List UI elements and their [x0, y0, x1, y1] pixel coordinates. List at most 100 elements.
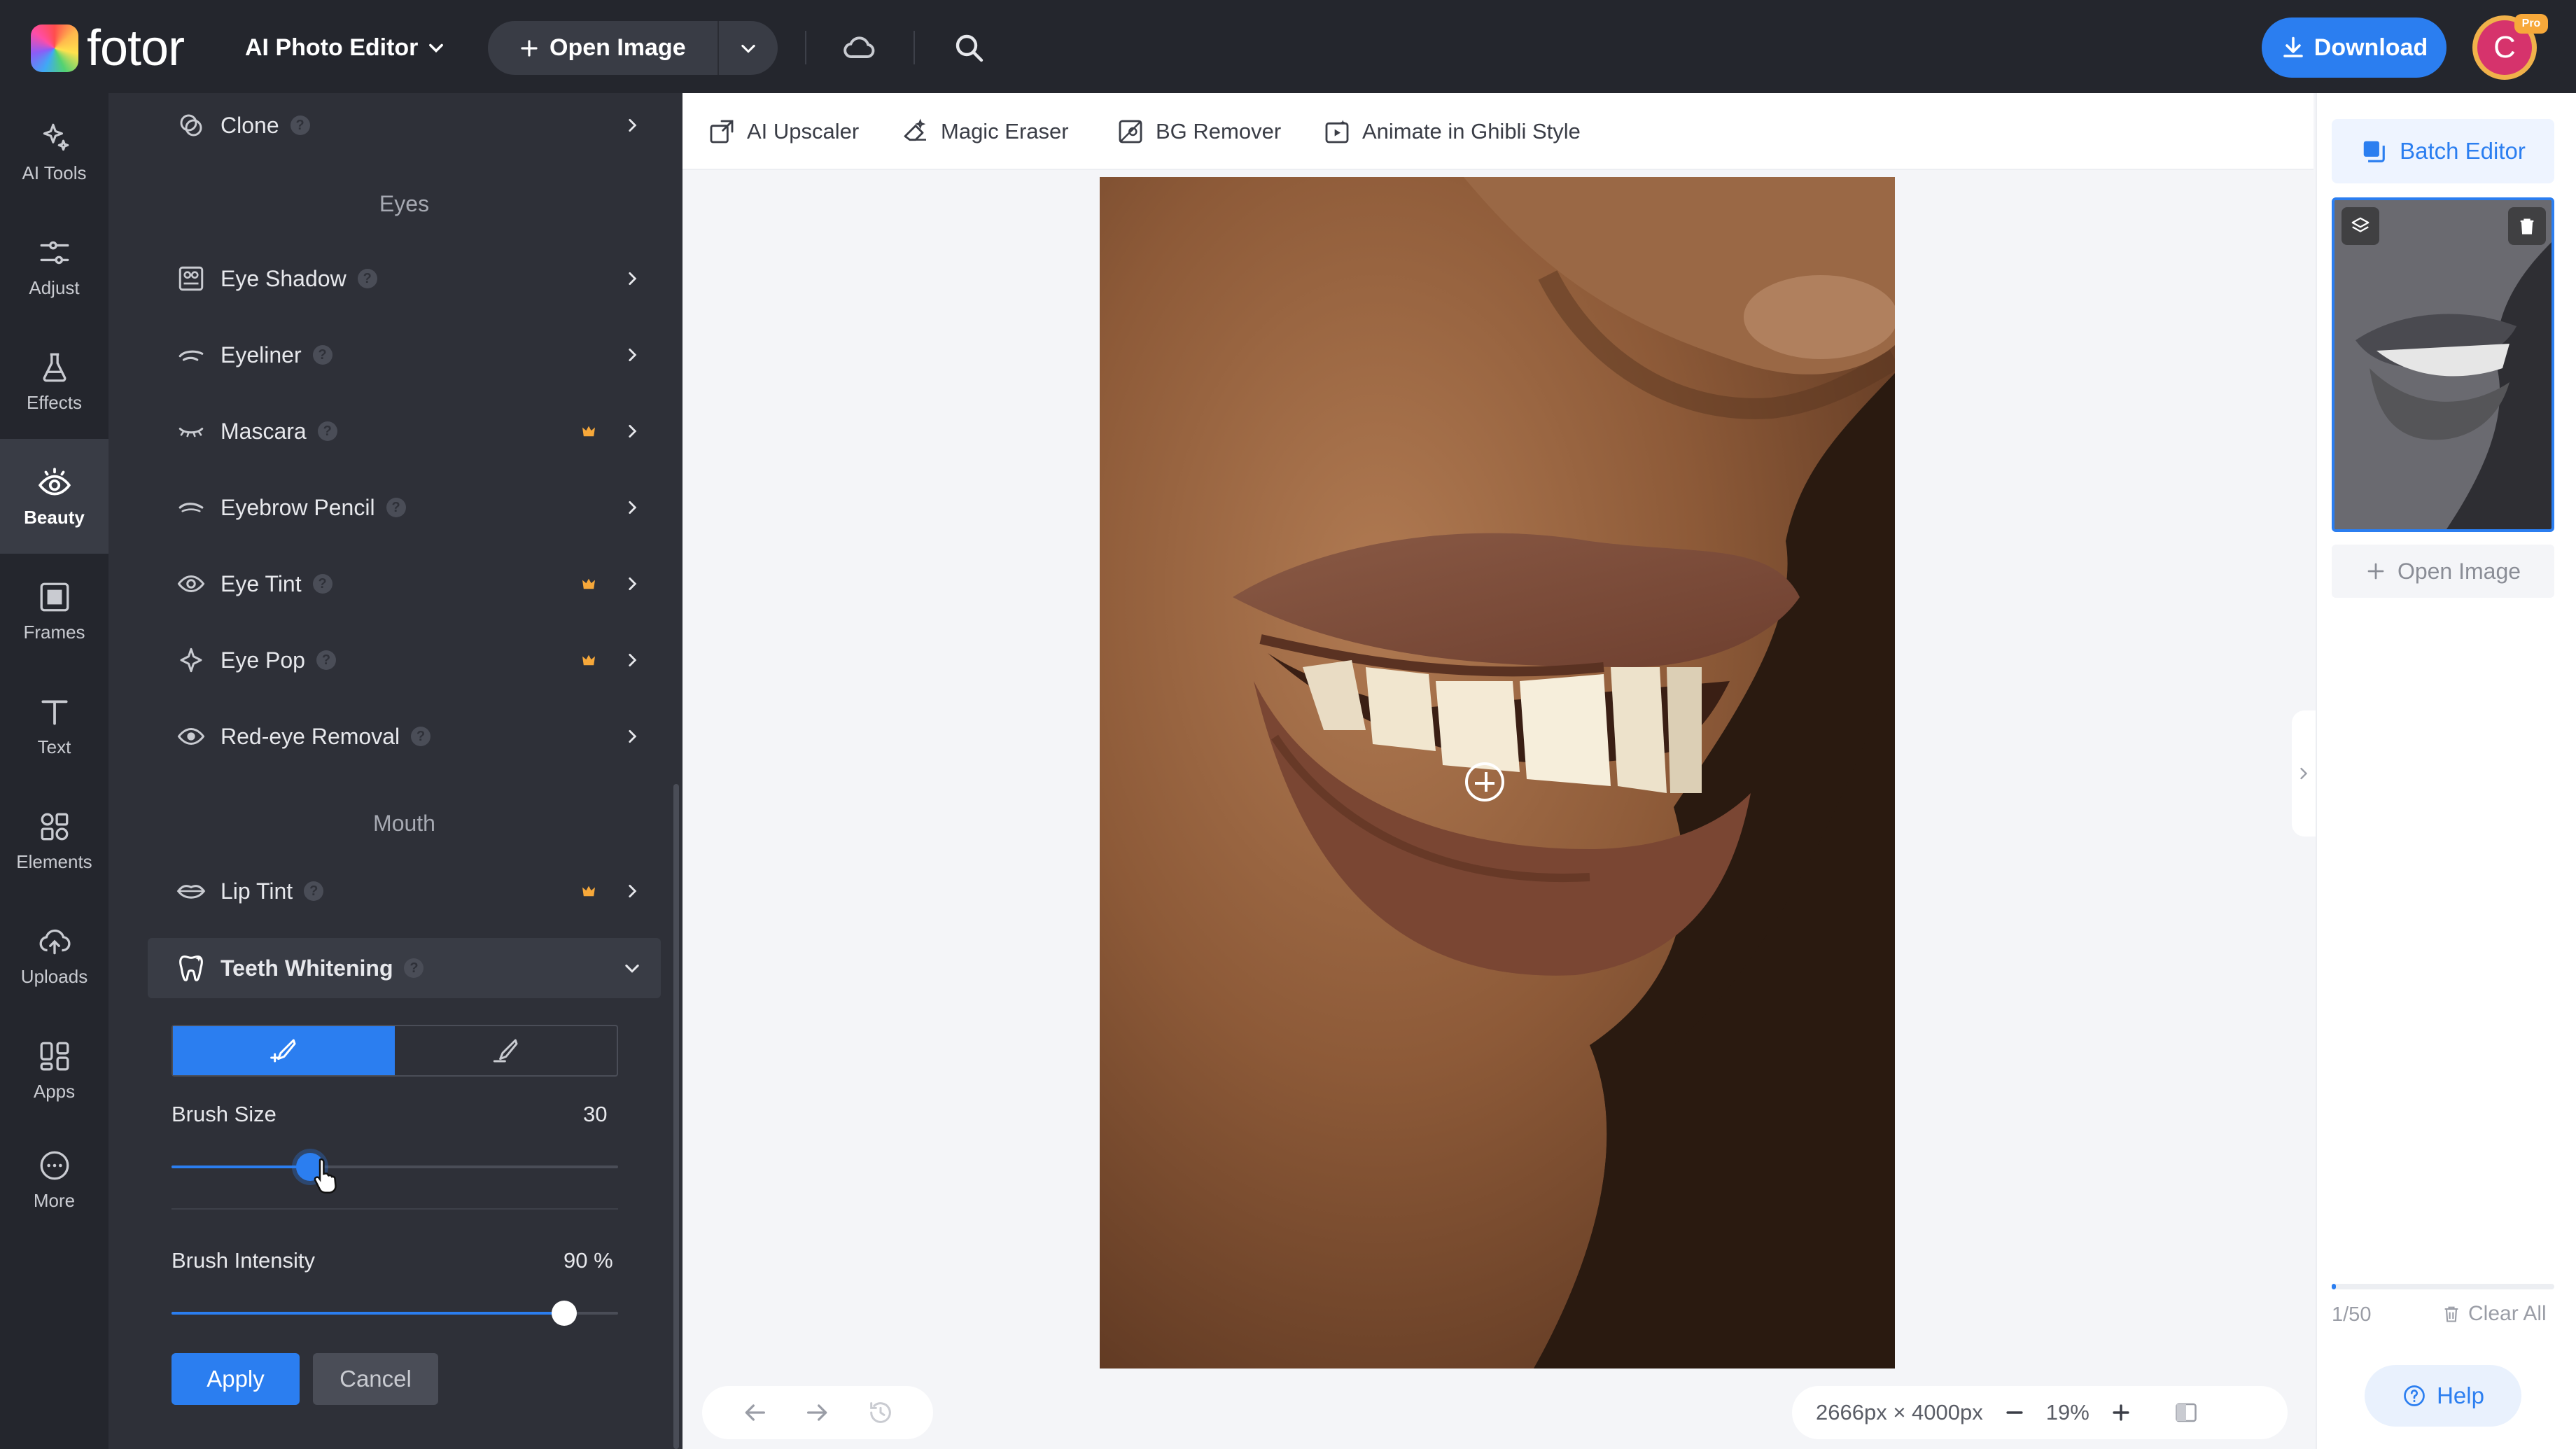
- cloud-save-icon[interactable]: [839, 27, 881, 69]
- image-dimensions: 2666px × 4000px: [1816, 1400, 1983, 1424]
- help-icon[interactable]: ?: [404, 958, 424, 978]
- tool-mascara[interactable]: Mascara ?: [148, 401, 661, 461]
- brush-intensity-slider[interactable]: [172, 1312, 618, 1315]
- help-icon[interactable]: ?: [317, 421, 337, 441]
- panel-scrollbar[interactable]: [673, 784, 679, 1449]
- eye-tint-icon: [172, 564, 211, 603]
- image-thumbnail[interactable]: [2332, 197, 2554, 532]
- download-label: Download: [2314, 34, 2428, 61]
- rail-label: Elements: [16, 850, 92, 872]
- rail-uploads[interactable]: Uploads: [0, 898, 108, 1013]
- trash-icon: [2444, 1306, 2458, 1322]
- tool-clone[interactable]: Clone ?: [148, 95, 661, 155]
- tool-eyebrow-pencil[interactable]: Eyebrow Pencil ?: [148, 477, 661, 538]
- brush-erase-icon: [493, 1039, 517, 1063]
- tool-eye-tint[interactable]: Eye Tint ?: [148, 554, 661, 614]
- rail-beauty[interactable]: Beauty: [0, 439, 108, 554]
- chevron-right-icon: [622, 498, 643, 517]
- ghibli-style-button[interactable]: Animate in Ghibli Style: [1323, 114, 1581, 149]
- zoom-in-icon[interactable]: [2109, 1401, 2133, 1424]
- tool-lip-tint[interactable]: Lip Tint ?: [148, 861, 661, 921]
- fotor-logo[interactable]: fotor: [31, 20, 185, 76]
- open-image-button[interactable]: Open Image: [488, 21, 778, 75]
- premium-crown-icon: [581, 576, 596, 592]
- brush-size-slider[interactable]: [172, 1166, 618, 1168]
- open-image-label: Open Image: [550, 34, 686, 61]
- tool-red-eye-removal[interactable]: Red-eye Removal ?: [148, 706, 661, 766]
- help-icon[interactable]: ?: [304, 881, 324, 901]
- help-icon[interactable]: ?: [386, 498, 406, 517]
- shapes-icon: [41, 813, 68, 840]
- rail-label: Beauty: [24, 506, 85, 528]
- rail-apps[interactable]: Apps: [0, 1013, 108, 1128]
- help-icon[interactable]: ?: [316, 650, 336, 670]
- help-icon[interactable]: ?: [312, 345, 332, 365]
- tool-label: Eye Pop: [220, 647, 305, 673]
- lips-icon: [172, 872, 211, 911]
- left-nav-rail: AI Tools Adjust Effects Beauty Frames Te…: [0, 93, 108, 1449]
- tool-teeth-whitening[interactable]: Teeth Whitening ?: [148, 938, 661, 998]
- cancel-button[interactable]: Cancel: [313, 1353, 438, 1405]
- tool-eye-pop[interactable]: Eye Pop ?: [148, 630, 661, 690]
- editor-mode-menu[interactable]: AI Photo Editor: [245, 28, 446, 67]
- apply-button[interactable]: Apply: [172, 1353, 300, 1405]
- search-icon[interactable]: [948, 27, 990, 69]
- batch-editor-button[interactable]: Batch Editor: [2332, 119, 2554, 183]
- tool-label: BG Remover: [1156, 119, 1282, 144]
- bg-remover-button[interactable]: BG Remover: [1116, 114, 1281, 149]
- clear-all-button[interactable]: Clear All: [2442, 1302, 2547, 1326]
- ai-upscaler-button[interactable]: AI Upscaler: [708, 114, 859, 149]
- chevron-right-icon: [622, 346, 643, 364]
- divider: [805, 31, 806, 64]
- batch-icon: [2363, 141, 2385, 162]
- chevron-right-icon: [622, 422, 643, 440]
- compare-icon[interactable]: [2174, 1400, 2199, 1425]
- download-button[interactable]: Download: [2262, 18, 2446, 78]
- help-icon[interactable]: ?: [290, 115, 310, 135]
- brush-paint-button[interactable]: [173, 1026, 395, 1075]
- undo-icon[interactable]: [741, 1399, 769, 1427]
- help-button[interactable]: Help: [2365, 1365, 2521, 1427]
- rail-text[interactable]: Text: [0, 668, 108, 783]
- expand-right-panel-tab[interactable]: [2292, 710, 2316, 836]
- top-bar: fotor AI Photo Editor Open Image Downloa…: [0, 0, 2576, 93]
- help-icon[interactable]: ?: [411, 727, 431, 746]
- chevron-right-icon: [622, 651, 643, 669]
- rail-label: AI Tools: [22, 162, 87, 183]
- rail-effects[interactable]: Effects: [0, 324, 108, 439]
- open-image-dropdown[interactable]: [719, 38, 778, 58]
- brush-erase-button[interactable]: [395, 1026, 617, 1075]
- rail-more[interactable]: More: [0, 1122, 108, 1237]
- redo-icon[interactable]: [804, 1399, 832, 1427]
- add-image-label: Open Image: [2397, 558, 2521, 584]
- trash-icon[interactable]: [2508, 207, 2546, 245]
- sparkle-icon: [43, 123, 69, 150]
- zoom-out-icon[interactable]: [2003, 1401, 2026, 1424]
- rail-elements[interactable]: Elements: [0, 783, 108, 898]
- rail-label: Adjust: [29, 276, 80, 298]
- chevron-down-icon: [429, 43, 444, 53]
- reset-icon[interactable]: [867, 1399, 895, 1427]
- brush-size-label: Brush Size: [172, 1102, 276, 1126]
- tool-label: Eye Shadow: [220, 265, 346, 291]
- rail-label: Text: [37, 736, 71, 757]
- rail-ai-tools[interactable]: AI Tools: [0, 94, 108, 209]
- history-controls: [702, 1386, 933, 1439]
- brush-intensity-value: 90 %: [564, 1248, 613, 1273]
- brush-add-icon: [270, 1039, 295, 1063]
- chevron-right-icon: [622, 116, 643, 134]
- rail-adjust[interactable]: Adjust: [0, 209, 108, 324]
- layers-icon[interactable]: [2342, 207, 2379, 245]
- tool-eye-shadow[interactable]: Eye Shadow ?: [148, 248, 661, 309]
- edited-photo[interactable]: [1100, 177, 1895, 1368]
- add-image-button[interactable]: Open Image: [2332, 545, 2554, 598]
- magic-eraser-button[interactable]: Magic Eraser: [902, 114, 1069, 149]
- zoom-level[interactable]: 19%: [2046, 1400, 2090, 1425]
- premium-crown-icon: [581, 883, 596, 899]
- tool-eyeliner[interactable]: Eyeliner ?: [148, 325, 661, 385]
- rail-frames[interactable]: Frames: [0, 554, 108, 668]
- chevron-right-icon: [622, 575, 643, 593]
- progress-fill: [2332, 1284, 2336, 1289]
- help-icon[interactable]: ?: [357, 269, 377, 288]
- help-icon[interactable]: ?: [312, 574, 332, 594]
